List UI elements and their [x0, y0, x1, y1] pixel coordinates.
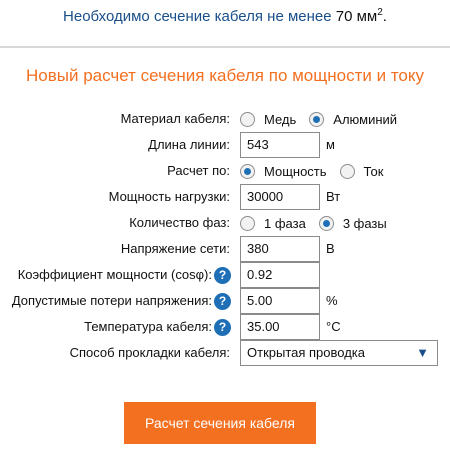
temperature-label: Температура кабеля:	[84, 319, 212, 334]
radio-on-icon	[240, 163, 255, 179]
chevron-down-icon: ▼	[416, 345, 429, 360]
radio-on-icon	[318, 215, 334, 231]
voltage-loss-input[interactable]: 5.00	[240, 288, 320, 314]
laying-select[interactable]: Открытая проводка ▼	[240, 340, 438, 366]
power-row: Мощность нагрузки: 30000 Вт	[0, 184, 450, 210]
result-lead: Необходимо сечение кабеля не менее	[63, 8, 332, 25]
radio-off-icon	[240, 111, 255, 127]
voltage-loss-label: Допустимые потери напряжения:	[11, 293, 212, 308]
calc-by-power-label: Мощность	[264, 163, 327, 179]
material-label: Материал кабеля:	[120, 111, 230, 126]
material-radio-group: Медь Алюминий	[240, 106, 410, 132]
length-input[interactable]: 543	[240, 132, 320, 158]
result-end: .	[382, 8, 387, 25]
temperature-row: Температура кабеля: ? 35.00 °C	[0, 314, 450, 340]
voltage-label: Напряжение сети:	[120, 241, 230, 256]
phases-radio-group: 1 фаза 3 фазы	[240, 210, 400, 236]
phases-one-label: 1 фаза	[264, 215, 306, 231]
calc-by-label: Расчет по:	[167, 163, 230, 178]
material-row: Материал кабеля: Медь Алюминий	[0, 106, 450, 132]
material-copper-radio[interactable]: Медь	[240, 111, 297, 127]
calc-by-current-radio[interactable]: Ток	[339, 163, 384, 179]
power-input[interactable]: 30000	[240, 184, 320, 210]
form-title: Новый расчет сечения кабеля по мощности …	[26, 66, 424, 85]
phases-three-label: 3 фазы	[342, 215, 387, 231]
voltage-unit: В	[326, 241, 335, 256]
temperature-input[interactable]: 35.00	[240, 314, 320, 340]
material-copper-label: Медь	[264, 111, 297, 127]
phases-row: Количество фаз: 1 фаза 3 фазы	[0, 210, 450, 236]
power-label: Мощность нагрузки:	[108, 189, 230, 204]
result-unit: мм	[356, 8, 378, 25]
phases-label: Количество фаз:	[129, 215, 230, 230]
length-row: Длина линии: 543 м	[0, 132, 450, 158]
laying-row: Способ прокладки кабеля: Открытая провод…	[0, 340, 450, 366]
help-icon[interactable]: ?	[214, 293, 231, 310]
help-icon[interactable]: ?	[214, 267, 231, 284]
help-icon[interactable]: ?	[214, 319, 231, 336]
calc-by-radio-group: Мощность Ток	[240, 158, 396, 184]
radio-on-icon	[309, 111, 325, 127]
voltage-loss-unit: %	[326, 293, 338, 308]
phases-one-radio[interactable]: 1 фаза	[240, 215, 306, 231]
power-factor-label: Коэффициент мощности (cosφ):	[17, 267, 212, 282]
material-aluminum-radio[interactable]: Алюминий	[309, 111, 398, 127]
material-aluminum-label: Алюминий	[333, 111, 398, 127]
radio-off-icon	[339, 163, 355, 179]
laying-label: Способ прокладки кабеля:	[69, 345, 230, 360]
voltage-input[interactable]: 380	[240, 236, 320, 262]
voltage-loss-row: Допустимые потери напряжения: ? 5.00 %	[0, 288, 450, 314]
power-factor-input[interactable]: 0.92	[240, 262, 320, 288]
voltage-row: Напряжение сети: 380 В	[0, 236, 450, 262]
divider	[0, 46, 450, 48]
length-unit: м	[326, 137, 335, 152]
result-value: 70	[335, 8, 353, 25]
phases-three-radio[interactable]: 3 фазы	[318, 215, 387, 231]
length-label: Длина линии:	[148, 137, 230, 152]
laying-select-value: Открытая проводка	[247, 345, 366, 360]
temperature-unit: °C	[326, 319, 341, 334]
radio-off-icon	[240, 215, 255, 231]
calc-by-row: Расчет по: Мощность Ток	[0, 158, 450, 184]
result-message: Необходимо сечение кабеля не менее 70 мм…	[0, 6, 450, 28]
calculate-button[interactable]: Расчет сечения кабеля	[124, 402, 316, 444]
calc-by-power-radio[interactable]: Мощность	[240, 163, 327, 179]
calc-by-current-label: Ток	[363, 163, 384, 179]
power-unit: Вт	[326, 189, 341, 204]
power-factor-row: Коэффициент мощности (cosφ): ? 0.92	[0, 262, 450, 288]
